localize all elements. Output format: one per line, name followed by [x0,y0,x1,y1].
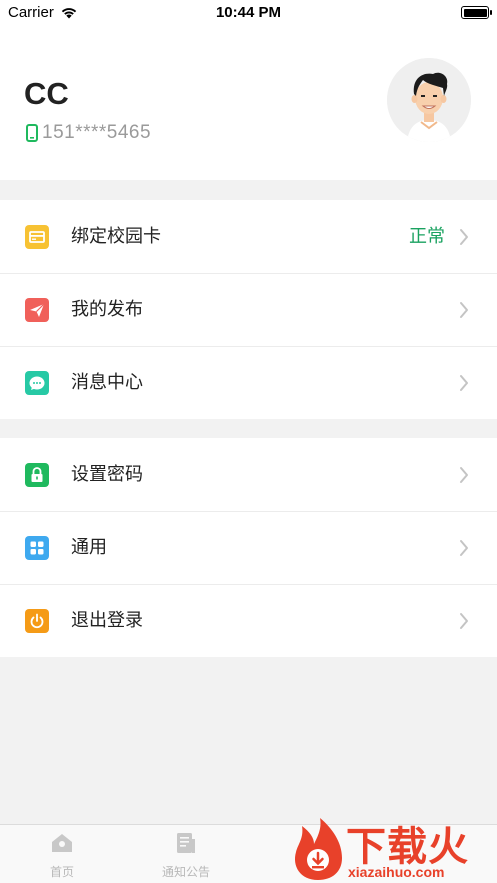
chevron-right-icon [460,229,468,245]
grid-icon [25,536,49,560]
status-time: 10:44 PM [215,4,282,21]
menu-item-logout[interactable]: 退出登录 [0,584,497,657]
menu-item-label: 退出登录 [71,610,143,631]
chevron-right-icon [460,375,468,391]
menu-group-settings: 设置密码 通用 退出登录 [0,438,497,657]
phone-row: 151****5465 [26,122,151,144]
avatar[interactable] [387,58,471,142]
menu-item-label: 绑定校园卡 [71,226,161,247]
menu-item-label: 设置密码 [71,464,143,485]
menu-item-set-password[interactable]: 设置密码 [0,438,497,511]
message-bubble-icon [25,371,49,395]
chevron-right-icon [460,467,468,483]
battery-icon [461,6,492,19]
tab-label: 首页 [49,865,74,879]
flame-logo-icon [294,818,342,880]
phone-number: 151****5465 [42,122,152,143]
chevron-right-icon [460,302,468,318]
chevron-right-icon [460,540,468,556]
chevron-right-icon [460,613,468,629]
tab-home[interactable]: 首页 [0,825,124,883]
menu-item-message-center[interactable]: 消息中心 [0,346,497,419]
menu-item-label: 我的发布 [71,299,143,320]
menu-item-label: 消息中心 [71,372,143,393]
menu-item-label: 通用 [71,537,107,558]
tab-label: 通知公告 [161,865,210,879]
user-name: CC [24,76,69,111]
lock-icon [25,463,49,487]
card-status-badge: 正常 [409,226,445,247]
menu-group-account: 绑定校园卡 正常 我的发布 消息中心 [0,200,497,419]
tab-notices[interactable]: 通知公告 [124,825,248,883]
menu-item-bind-campus-card[interactable]: 绑定校园卡 正常 [0,200,497,273]
menu-item-my-posts[interactable]: 我的发布 [0,273,497,346]
watermark-text-en: xiazaihuo.com [348,864,445,880]
home-icon [52,834,72,852]
mobile-phone-icon [26,124,38,142]
paper-plane-icon [25,298,49,322]
document-icon [177,833,195,853]
status-bar: Carrier 10:44 PM [0,0,497,26]
campus-card-icon [25,225,49,249]
power-icon [25,609,49,633]
watermark-logo: 下载火 xiazaihuo.com [288,814,497,883]
profile-header: CC 151****5465 [0,26,497,180]
avatar-illustration [387,58,471,142]
menu-item-general[interactable]: 通用 [0,511,497,584]
